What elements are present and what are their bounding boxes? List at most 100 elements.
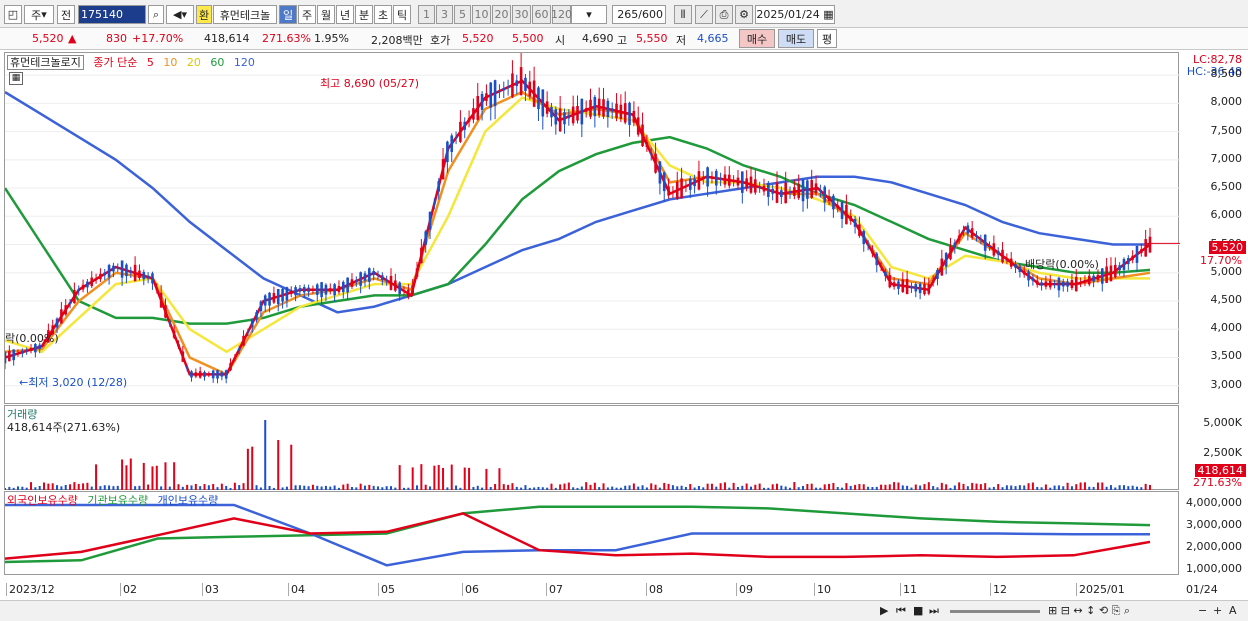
volume-chart[interactable] (5, 406, 1180, 491)
avg-button[interactable]: 평 (817, 29, 837, 48)
stock-label[interactable]: 휴먼테크놀로지 (7, 55, 84, 70)
candle-body (957, 235, 961, 241)
date-label: 10 (814, 583, 831, 596)
interval-button-3[interactable]: 3 (436, 5, 453, 24)
print-icon[interactable]: ⎙ (715, 5, 733, 24)
stock-name-field[interactable]: 휴먼테크놀 (213, 5, 277, 24)
speaker-icon[interactable]: ◀▾ (166, 5, 194, 24)
count-field[interactable]: 265/600 (612, 5, 666, 24)
price-chart[interactable] (5, 53, 1180, 405)
volume-bar (129, 458, 132, 490)
volume-bar (355, 487, 358, 490)
candle-body (775, 182, 779, 203)
high-annotation: 최고 8,690 (05/27) (320, 77, 420, 90)
period-tab-0[interactable]: 일 (279, 5, 297, 24)
volume-bar (541, 487, 544, 490)
zoom-in-icon[interactable]: + (1213, 604, 1222, 617)
volume-percent: 271.63% (262, 32, 311, 45)
volume-bar (585, 482, 588, 490)
volume-bar (472, 486, 475, 490)
high-price: 5,550 (636, 32, 668, 45)
volume-bar (316, 485, 319, 490)
volume-bar (932, 486, 935, 490)
period-tab-6[interactable]: 틱 (393, 5, 411, 24)
gear-icon[interactable]: ⚙ (735, 5, 753, 24)
holdings-panel[interactable]: 외국인보유수량 기관보유수량 개인보유수량 (4, 491, 1179, 575)
volume-bar (823, 484, 826, 490)
interval-button-30[interactable]: 30 (512, 5, 531, 24)
interval-button-60[interactable]: 60 (532, 5, 551, 24)
volume-bar (624, 485, 627, 490)
draw-line-icon[interactable]: ⟋ (695, 5, 713, 24)
volume-bar (979, 484, 982, 490)
volume-bar (199, 486, 202, 490)
volume-bar (346, 483, 349, 490)
volume-bar (632, 483, 635, 490)
candle-body (537, 87, 540, 110)
last-icon[interactable]: ⏭ (929, 604, 939, 618)
candle-body (528, 81, 532, 97)
candle-body (897, 281, 900, 289)
candle-body (77, 288, 81, 291)
stop-icon[interactable]: ■ (913, 604, 923, 617)
candle-body (1079, 281, 1082, 284)
candle-body (888, 275, 892, 288)
volume-bar (281, 487, 284, 490)
change-percent: +17.70% (132, 32, 184, 45)
period-tab-2[interactable]: 월 (317, 5, 335, 24)
search-icon[interactable]: ⌕ (148, 5, 164, 24)
candle-icon[interactable]: ⫴ (674, 5, 692, 24)
volume-bar (38, 485, 41, 490)
market-select[interactable]: 주 ▾ (24, 5, 54, 24)
period-tab-5[interactable]: 초 (374, 5, 392, 24)
zoom-slider[interactable] (950, 610, 1040, 613)
period-tab-1[interactable]: 주 (298, 5, 316, 24)
code-input[interactable]: 175140 (78, 5, 146, 24)
volume-bar (780, 485, 783, 490)
interval-button-10[interactable]: 10 (472, 5, 491, 24)
individual-label: 개인보유수량 (157, 494, 219, 507)
interval-button-5[interactable]: 5 (454, 5, 471, 24)
zoom-out-icon[interactable]: − (1198, 604, 1207, 617)
candle-body (762, 185, 766, 192)
volume-bar (1027, 483, 1030, 490)
candle-body (502, 87, 506, 91)
interval-button-120[interactable]: 120 (551, 5, 572, 24)
interval-button-20[interactable]: 20 (492, 5, 511, 24)
volume-bar (576, 487, 579, 490)
volume-bar (641, 485, 644, 490)
date-field[interactable]: 2025/01/24 ▦ (755, 5, 835, 24)
period-tab-4[interactable]: 분 (355, 5, 373, 24)
sell-button[interactable]: 매도 (778, 29, 814, 48)
range-select[interactable]: ▾ (571, 5, 607, 24)
period-tab-3[interactable]: 년 (336, 5, 354, 24)
price-chart-panel[interactable]: 휴먼테크놀로지 종가 단순 5 10 20 60 120 ▦ 최고 8,690 … (4, 52, 1180, 405)
volume-bar (407, 487, 410, 490)
candle-body (806, 180, 809, 199)
candle-body (237, 348, 241, 351)
volume-panel[interactable]: 거래량 418,614주(271.63%) (4, 405, 1179, 490)
scroll-right-icon[interactable]: ▶ (880, 604, 888, 617)
price-tick: 7,000 (1210, 151, 1243, 165)
zoom-tools-icon[interactable]: ⊞ ⊟ ↔ ↕ ⟲ ⎘ ⌕ (1048, 604, 1130, 618)
font-size-icon[interactable]: A (1229, 604, 1237, 617)
volume-bar (5, 488, 6, 490)
candle-body (168, 322, 172, 324)
volume-bar (580, 486, 583, 490)
volume-bar (901, 485, 904, 490)
candle-body (60, 309, 63, 324)
volume-bar (810, 483, 813, 490)
price-tick: 3,000 (1210, 377, 1243, 391)
grid-icon[interactable]: ▦ (9, 72, 23, 85)
candle-body (563, 112, 566, 125)
candle-body (871, 250, 874, 254)
interval-button-1[interactable]: 1 (418, 5, 435, 24)
first-icon[interactable]: ⏮ (896, 604, 906, 618)
buy-button[interactable]: 매수 (739, 29, 775, 48)
institution-label: 기관보유수량 (87, 494, 149, 507)
candle-body (1135, 245, 1139, 263)
chart-menu-icon[interactable]: ◰ (4, 5, 22, 24)
exchange-button[interactable]: 환 (196, 5, 212, 24)
volume-bar (1075, 484, 1078, 490)
prev-button[interactable]: 전 (57, 5, 75, 24)
